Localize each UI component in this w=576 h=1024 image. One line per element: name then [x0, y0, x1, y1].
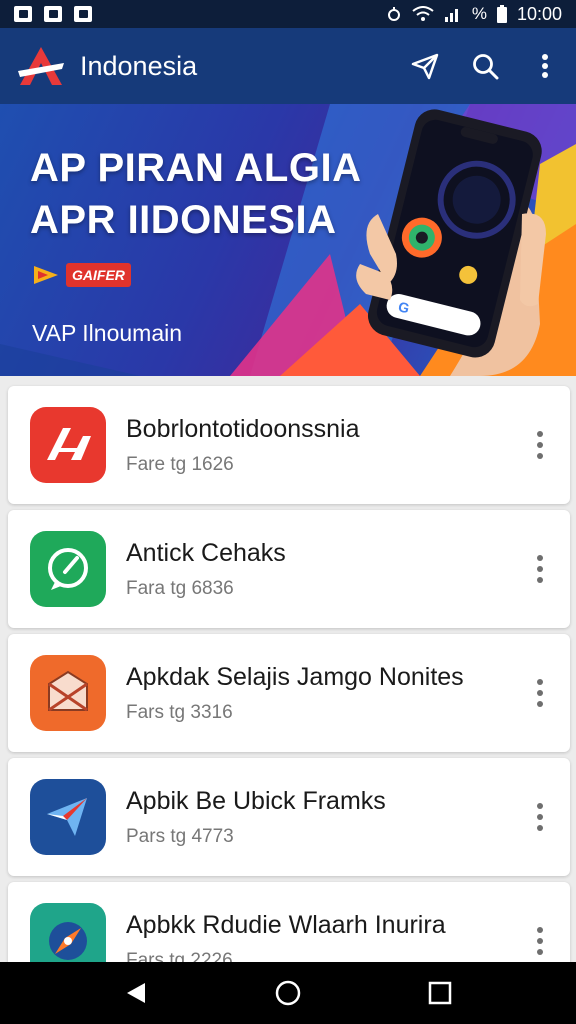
system-nav-bar — [0, 962, 576, 1024]
app-icon — [30, 407, 106, 483]
back-button[interactable] — [114, 971, 158, 1015]
list-item[interactable]: Apkdak Selajis Jamgo Nonites Fars tg 331… — [8, 634, 570, 752]
back-triangle-icon — [127, 983, 145, 1003]
send-icon — [411, 53, 439, 80]
send-button[interactable] — [410, 51, 440, 81]
home-circle-icon — [275, 980, 301, 1006]
envelope-icon — [48, 670, 88, 712]
more-vert-icon — [537, 431, 543, 459]
more-vert-icon — [537, 679, 543, 707]
recents-square-icon — [428, 981, 452, 1005]
notification-icon — [14, 6, 32, 22]
app-logo-icon — [18, 47, 64, 85]
promo-banner[interactable]: AP PIRAN ALGIA APR IIDONESIA GAIFER VAP … — [0, 104, 576, 376]
app-title: Bobrlontotidoonssnia — [126, 414, 360, 443]
more-vert-icon — [542, 54, 548, 78]
app-title: Apbkk Rdudie Wlaarh Inurira — [126, 910, 446, 939]
more-vert-icon — [537, 555, 543, 583]
paper-plane-icon — [47, 798, 87, 836]
item-menu-button[interactable] — [520, 539, 560, 599]
item-menu-button[interactable] — [520, 787, 560, 847]
app-icon — [30, 655, 106, 731]
banner-headline-line1: AP PIRAN ALGIA — [30, 146, 362, 190]
app-title: Antick Cehaks — [126, 538, 286, 567]
app-bar: Indonesia — [0, 28, 576, 104]
image-notification-icon — [74, 6, 92, 22]
more-vert-icon — [537, 803, 543, 831]
play-icon — [34, 266, 58, 284]
status-bar: % 10:00 — [0, 0, 576, 28]
list-item[interactable]: Bobrlontotidoonssnia Fare tg 1626 — [8, 386, 570, 504]
arrow-logo-icon — [47, 428, 91, 460]
overflow-menu-button[interactable] — [530, 51, 560, 81]
chat-bubble-icon — [48, 548, 88, 590]
notification-icon — [44, 6, 62, 22]
battery-icon — [496, 5, 507, 23]
search-button[interactable] — [470, 51, 500, 81]
app-title: Apbik Be Ubick Framks — [126, 786, 386, 815]
banner-headline: AP PIRAN ALGIA APR IIDONESIA — [30, 142, 361, 246]
app-subtitle: Fars tg 3316 — [126, 701, 233, 723]
wifi-icon — [412, 6, 434, 21]
banner-subtitle: VAP Ilnoumain — [32, 320, 183, 346]
more-vert-icon — [537, 927, 543, 955]
compass-icon — [49, 922, 87, 960]
app-title: Apkdak Selajis Jamgo Nonites — [126, 662, 464, 691]
app-title: Indonesia — [80, 50, 198, 81]
app-icon — [30, 779, 106, 855]
app-subtitle: Fare tg 1626 — [126, 453, 234, 475]
banner-badge: GAIFER — [66, 263, 131, 287]
item-menu-button[interactable] — [520, 663, 560, 723]
list-item[interactable]: Apbik Be Ubick Framks Pars tg 4773 — [8, 758, 570, 876]
signal-icon — [444, 9, 458, 22]
home-button[interactable] — [266, 971, 310, 1015]
recents-button[interactable] — [418, 971, 462, 1015]
item-menu-button[interactable] — [520, 415, 560, 475]
app-subtitle: Pars tg 4773 — [126, 825, 234, 847]
alarm-icon — [387, 7, 400, 21]
app-icon — [30, 531, 106, 607]
battery-text: % — [471, 4, 487, 23]
banner-headline-line2: APR IIDONESIA — [30, 198, 337, 242]
list-item[interactable]: Antick Cehaks Fara tg 6836 — [8, 510, 570, 628]
app-subtitle: Fara tg 6836 — [126, 577, 234, 599]
clock: 10:00 — [516, 3, 562, 24]
phone-in-hand-illustration: G — [356, 109, 546, 376]
search-icon — [473, 54, 499, 80]
